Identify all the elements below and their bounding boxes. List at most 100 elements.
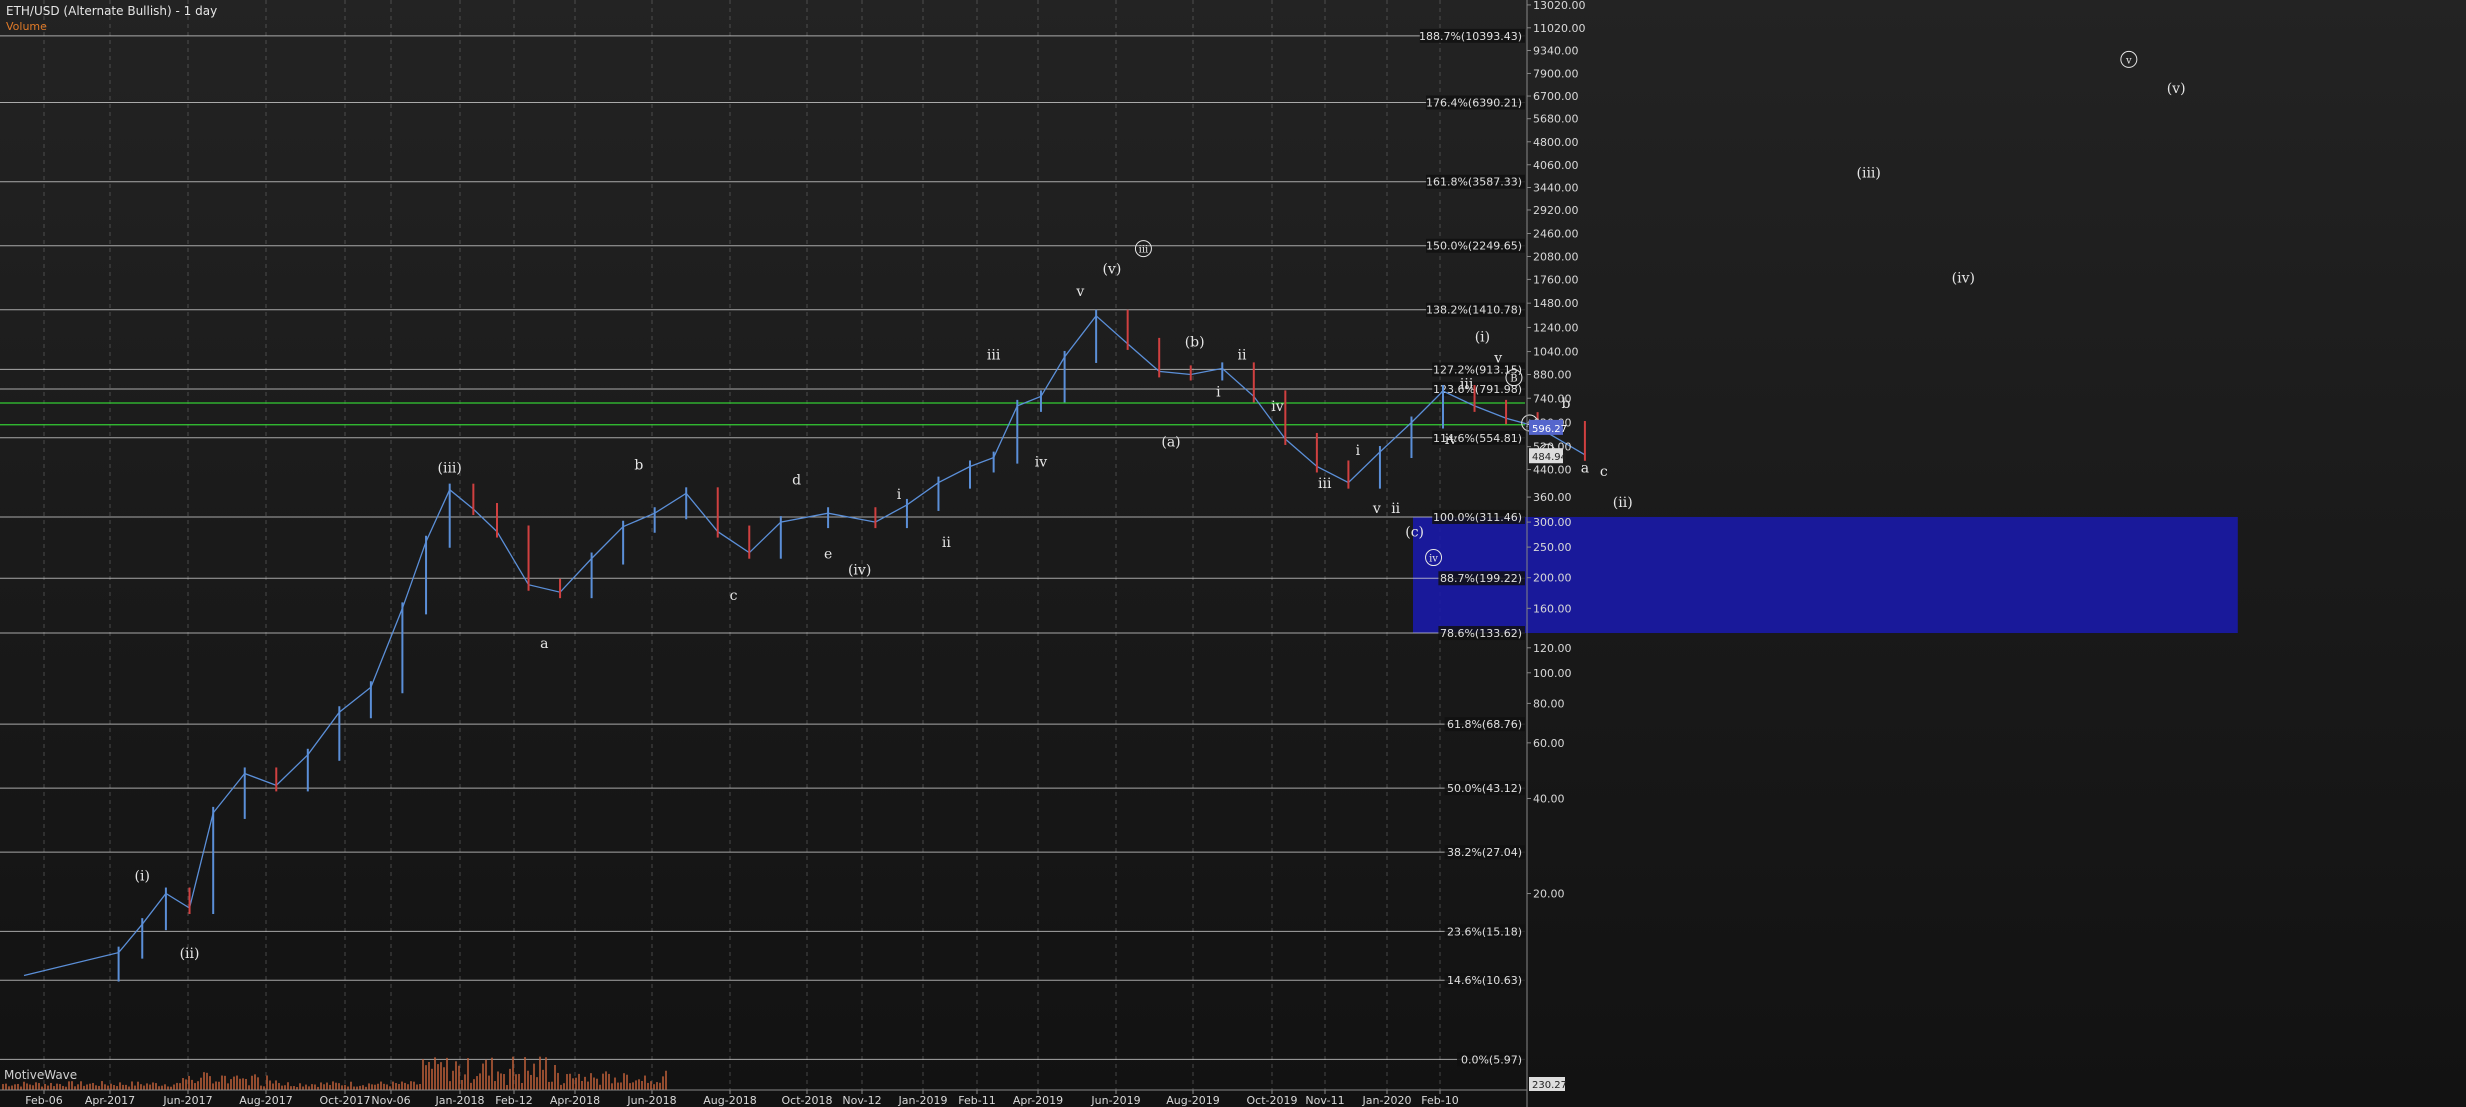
price-line	[23, 314, 1586, 977]
volume-bar	[128, 1086, 130, 1090]
volume-label: Volume	[6, 20, 47, 33]
volume-bar	[257, 1077, 259, 1090]
volume-bar	[80, 1081, 82, 1090]
volume-bar	[584, 1076, 586, 1090]
volume-bar	[386, 1084, 388, 1090]
volume-bar	[347, 1086, 349, 1090]
volume-bar	[458, 1065, 460, 1090]
volume-bar	[227, 1083, 229, 1090]
volume-bar	[557, 1072, 559, 1090]
y-tick-label: 20.00	[1533, 888, 1565, 901]
volume-bar	[182, 1078, 184, 1090]
fib-label: 38.2%(27.04)	[1447, 846, 1522, 859]
price-candles	[23, 309, 1586, 982]
wave-label: iv	[1429, 554, 1438, 565]
volume-bar	[434, 1057, 436, 1090]
wave-label: iv	[1271, 399, 1283, 415]
fib-label: 127.2%(913.15)	[1433, 363, 1522, 376]
volume-bar	[374, 1084, 376, 1090]
volume-bar	[395, 1083, 397, 1090]
volume-bar	[74, 1086, 76, 1090]
x-tick-label: Aug-2019	[1166, 1094, 1219, 1107]
wave-label: B	[1510, 374, 1517, 385]
volume-bar	[383, 1083, 385, 1090]
wave-label: c	[1600, 464, 1608, 480]
y-tick-label: 160.00	[1533, 602, 1572, 615]
x-tick-label: Nov-12	[842, 1094, 881, 1107]
volume-bar	[149, 1084, 151, 1090]
volume-bar	[242, 1078, 244, 1090]
volume-bar	[140, 1084, 142, 1090]
volume-bar	[320, 1082, 322, 1090]
y-tick-label: 1240.00	[1533, 321, 1579, 334]
y-tick-label: 360.00	[1533, 491, 1572, 504]
price-chart[interactable]: 188.7%(10393.43) 176.4%(6390.21) 161.8%(35…	[0, 0, 2466, 1107]
fib-label: 100.0%(311.46)	[1433, 511, 1522, 524]
volume-bar	[572, 1078, 574, 1090]
volume-bar	[107, 1085, 109, 1090]
fib-label: 150.0%(2249.65)	[1426, 240, 1522, 253]
volume-bar	[29, 1084, 31, 1090]
volume-bar	[299, 1083, 301, 1090]
volume-bar	[176, 1082, 178, 1090]
support-lines	[0, 402, 1525, 426]
volume-bar	[476, 1076, 478, 1090]
y-tick-label: 440.00	[1533, 464, 1572, 477]
x-tick-label: Feb-12	[495, 1094, 532, 1107]
volume-bar	[566, 1074, 568, 1090]
volume-bar	[581, 1080, 583, 1090]
x-tick-label: Jan-2018	[435, 1094, 485, 1107]
x-tick-label: Jan-2019	[898, 1094, 948, 1107]
wave-label: a	[1581, 461, 1589, 477]
volume-bar	[113, 1085, 115, 1090]
x-tick-label: Oct-2018	[782, 1094, 833, 1107]
volume-bar	[488, 1075, 490, 1090]
volume-bar	[287, 1082, 289, 1090]
volume-bar	[20, 1086, 22, 1090]
volume-bar	[410, 1081, 412, 1090]
wave-label: ii	[1237, 348, 1246, 364]
x-tick-label: Nov-11	[1305, 1094, 1344, 1107]
y-tick-label: 11020.00	[1533, 22, 1586, 35]
y-tick-label: 60.00	[1533, 737, 1565, 750]
volume-bar	[167, 1086, 169, 1090]
volume-bar	[524, 1057, 526, 1090]
volume-bar	[455, 1061, 457, 1090]
wave-label: (ii)	[1613, 495, 1633, 511]
title-block: ETH/USD (Alternate Bullish) - 1 day Volu…	[6, 4, 217, 33]
volume-bar	[353, 1086, 355, 1090]
volume-bar	[17, 1083, 19, 1090]
wave-label: e	[824, 547, 832, 563]
wave-label: iii	[1318, 476, 1332, 492]
fib-label: 23.6%(15.18)	[1447, 925, 1522, 938]
volume-bar	[401, 1081, 403, 1090]
volume-bar	[326, 1082, 328, 1090]
volume-bar	[485, 1059, 487, 1090]
volume-bar	[623, 1073, 625, 1090]
volume-bar	[221, 1075, 223, 1090]
volume-bar	[77, 1084, 79, 1090]
volume-bar	[98, 1085, 100, 1090]
volume-bar	[368, 1083, 370, 1090]
wave-label: v	[1372, 501, 1381, 517]
volume-bar	[422, 1059, 424, 1090]
x-tick-label: Aug-2018	[703, 1094, 756, 1107]
volume-bar	[569, 1073, 571, 1090]
wave-label: iii	[1460, 376, 1474, 392]
y-tick-label: 2920.00	[1533, 204, 1579, 217]
x-tick-label: Apr-2017	[85, 1094, 135, 1107]
motivewave-watermark: MotiveWave	[4, 1068, 78, 1082]
x-tick-label: Jun-2017	[162, 1094, 212, 1107]
volume-bar	[8, 1086, 10, 1090]
volume-bar	[605, 1071, 607, 1090]
volume-bar	[341, 1085, 343, 1090]
volume-bar	[50, 1082, 52, 1090]
volume-bar	[416, 1084, 418, 1090]
y-tick-label: 300.00	[1533, 516, 1572, 529]
fib-label: 176.4%(6390.21)	[1426, 97, 1522, 110]
volume-bar	[659, 1082, 661, 1090]
volume-bar	[200, 1077, 202, 1090]
y-tick-label: 2460.00	[1533, 227, 1579, 240]
volume-bar	[329, 1084, 331, 1090]
volume-bar	[464, 1074, 466, 1090]
